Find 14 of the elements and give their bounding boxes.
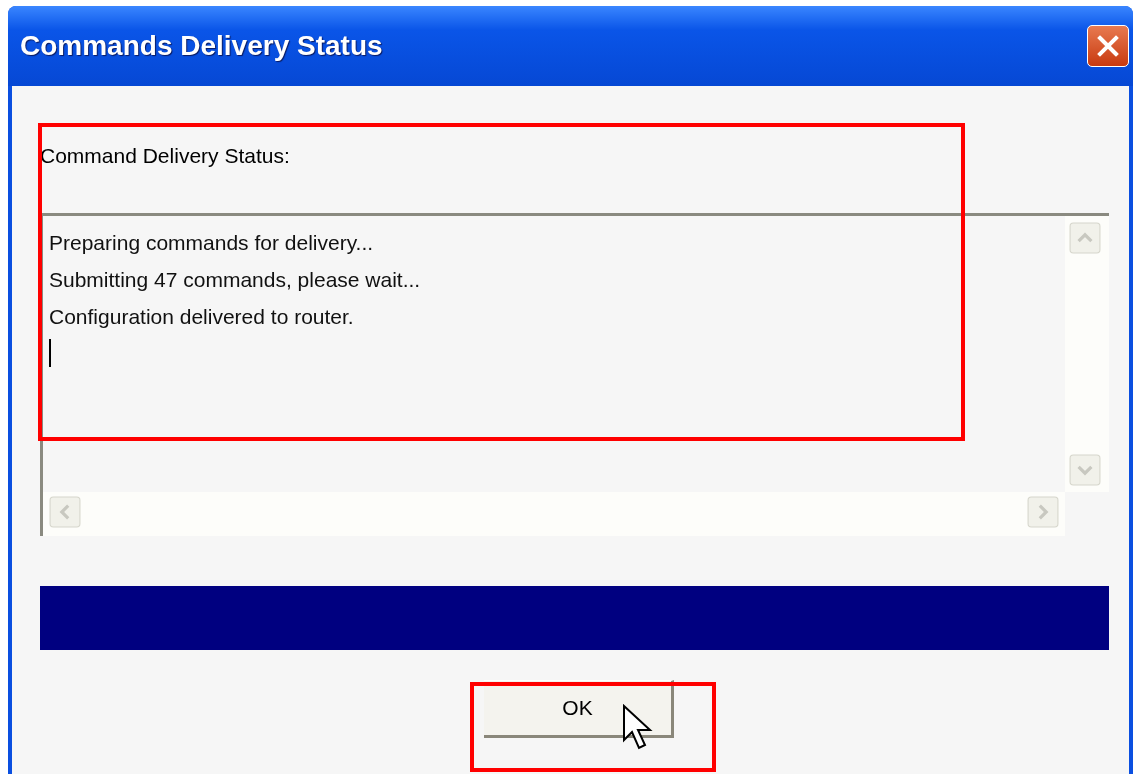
close-button[interactable] [1087,25,1129,67]
horizontal-scrollbar[interactable] [43,492,1065,536]
scroll-down-icon [1069,454,1101,486]
log-line: Submitting 47 commands, please wait... [49,267,422,293]
window-title: Commands Delivery Status [20,30,383,62]
scroll-left-icon [49,496,81,528]
close-icon [1095,33,1121,59]
log-text-area[interactable]: Preparing commands for delivery... Submitting 47 commands, please wait... Configuration delivered to router. [40,213,1109,536]
scroll-up-icon [1069,222,1101,254]
vertical-scrollbar[interactable] [1065,216,1109,492]
status-label: Command Delivery Status: [40,144,291,168]
log-line: Preparing commands for delivery... [49,230,375,256]
log-line: Configuration delivered to router. [49,304,355,330]
scroll-right-icon [1027,496,1059,528]
